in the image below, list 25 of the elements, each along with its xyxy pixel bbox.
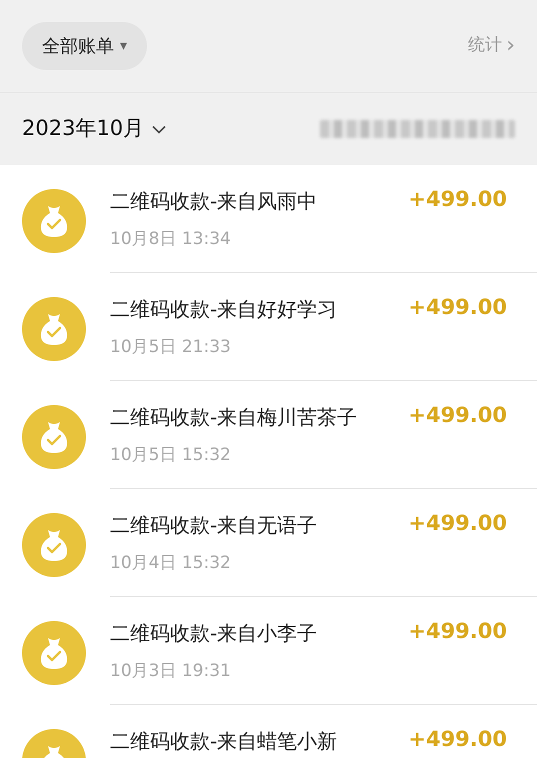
transaction-title: 二维码收款-来自无语子 — [110, 512, 318, 539]
transaction-time: 10月4日 15:32 — [110, 552, 232, 575]
transaction-title: 二维码收款-来自风雨中 — [110, 188, 318, 215]
transaction-title: 二维码收款-来自好好学习 — [110, 296, 338, 323]
filter-dropdown[interactable]: 全部账单 ▾ — [22, 22, 148, 70]
transaction-time: 10月5日 15:32 — [110, 444, 232, 467]
chevron-down-icon — [152, 124, 166, 134]
money-bag-icon — [22, 297, 86, 361]
money-bag-icon — [22, 189, 86, 253]
money-bag-icon — [22, 405, 86, 469]
money-bag-icon — [22, 513, 86, 577]
transaction-time: 10月8日 13:34 — [110, 228, 232, 251]
transaction-amount: +499.00 — [408, 511, 507, 537]
transaction-amount: +499.00 — [408, 619, 507, 645]
transaction-amount: +499.00 — [408, 403, 507, 429]
transaction-amount: +499.00 — [408, 187, 507, 213]
month-selector[interactable]: 2023年10月 — [22, 113, 166, 145]
transaction-title: 二维码收款-来自小李子 — [110, 620, 318, 647]
money-bag-icon — [22, 621, 86, 685]
transaction-amount: +499.00 — [408, 727, 507, 753]
transaction-title: 二维码收款-来自梅川苦茶子 — [110, 404, 358, 431]
transaction-title: 二维码收款-来自蜡笔小新 — [110, 728, 338, 755]
transaction-time: 10月3日 19:31 — [110, 660, 232, 683]
transaction-amount: +499.00 — [408, 295, 507, 321]
transaction-time: 10月5日 21:33 — [110, 336, 232, 359]
